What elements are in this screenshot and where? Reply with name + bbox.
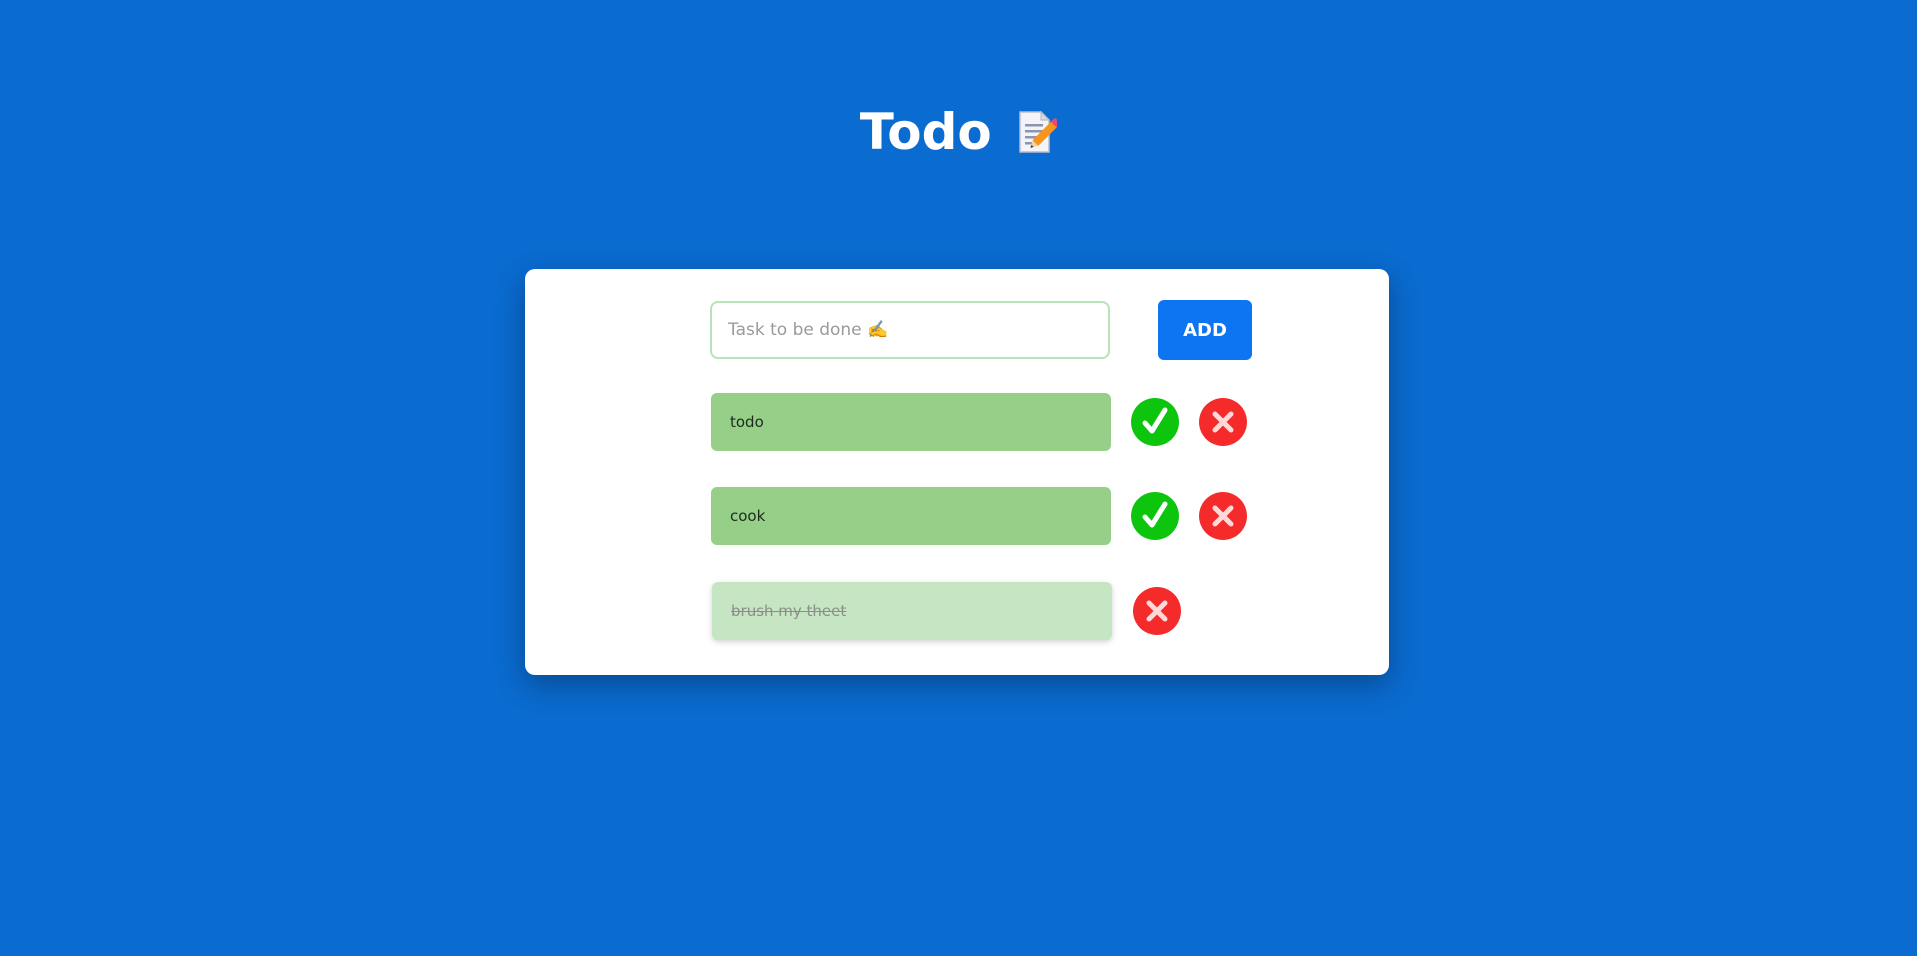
close-icon [1212,505,1234,527]
todo-card: ADD todo cook brush my theet [525,269,1389,675]
check-icon [1142,407,1168,434]
check-icon [1142,501,1168,528]
todo-item-text: brush my theet [712,582,1112,640]
task-input[interactable] [710,301,1110,359]
todo-item-text: cook [711,487,1111,545]
close-icon [1212,411,1234,433]
add-button[interactable]: ADD [1158,300,1252,360]
complete-button[interactable] [1131,492,1179,540]
close-icon [1146,600,1168,622]
page-title-text: Todo [859,103,992,161]
page-title: Todo [0,100,1917,164]
delete-button[interactable] [1199,398,1247,446]
todo-item-text: todo [711,393,1111,451]
complete-button[interactable] [1131,398,1179,446]
memo-icon [1017,106,1061,153]
delete-button[interactable] [1199,492,1247,540]
delete-button[interactable] [1133,587,1181,635]
